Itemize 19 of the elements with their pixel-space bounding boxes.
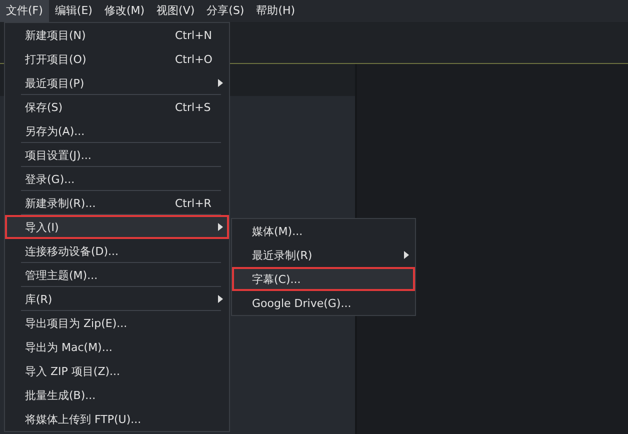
menu-title[interactable]: 编辑(E)	[48, 0, 98, 22]
menu-item[interactable]: 字幕(C)...	[232, 267, 415, 291]
menu-title[interactable]: 修改(M)	[98, 0, 151, 22]
menu-item[interactable]: 媒体(M)...	[232, 219, 415, 243]
menu-item[interactable]: 批量生成(B)...	[5, 383, 229, 407]
menu-item[interactable]: 导入(I)	[5, 215, 229, 239]
menu-item[interactable]: Google Drive(G)...	[232, 291, 415, 315]
menu-title[interactable]: 帮助(H)	[250, 0, 302, 22]
menu-item[interactable]: 最近录制(R)	[232, 243, 415, 267]
menu-title[interactable]: 分享(S)	[200, 0, 250, 22]
menu-item[interactable]: 打开项目(O) Ctrl+O	[5, 47, 229, 71]
menu-item[interactable]: 保存(S) Ctrl+S	[5, 95, 229, 119]
menu-item[interactable]: 导出项目为 Zip(E)...	[5, 311, 229, 335]
menu-title[interactable]: 文件(F)	[0, 0, 49, 22]
menu-item[interactable]: 导入 ZIP 项目(Z)...	[5, 359, 229, 383]
menu-item[interactable]: 将媒体上传到 FTP(U)...	[5, 407, 229, 431]
menu-title[interactable]: 视图(V)	[150, 0, 201, 22]
menu-item[interactable]: 导出为 Mac(M)...	[5, 335, 229, 359]
menu-item[interactable]: 新建项目(N) Ctrl+N	[5, 23, 229, 47]
